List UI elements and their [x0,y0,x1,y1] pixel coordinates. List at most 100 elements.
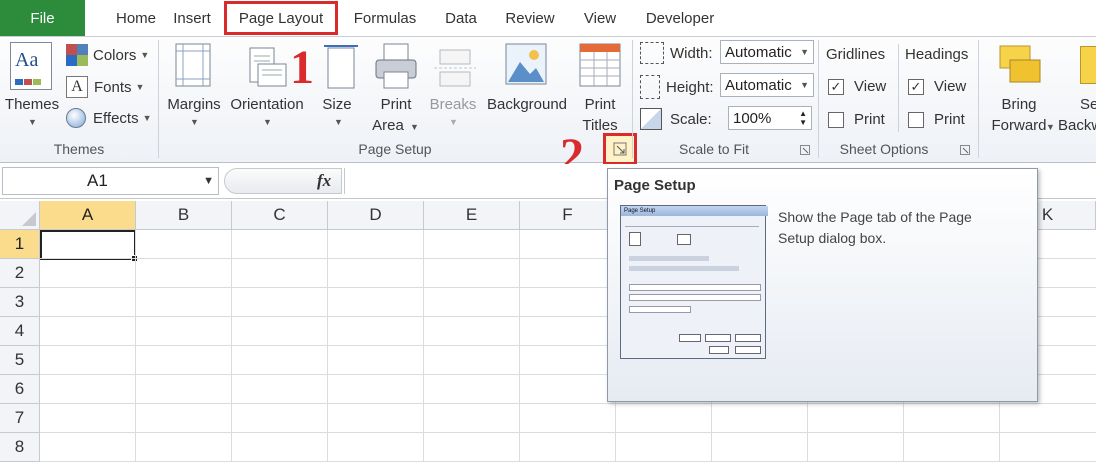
column-header[interactable]: F [520,201,616,230]
row-header[interactable]: 2 [0,259,40,288]
tab-file[interactable]: File [0,0,85,36]
column-header[interactable]: A [40,201,136,230]
height-label: Height: [666,78,714,96]
formula-buttons-area: fx [224,168,342,194]
size-icon [324,45,358,89]
height-value: Automatic [725,76,792,94]
tab-insert[interactable]: Insert [162,0,222,36]
headings-print-checkbox[interactable] [908,111,924,128]
column-gridline [423,230,424,462]
row-gridline [40,432,1096,433]
active-cell-a1[interactable] [40,230,138,262]
print-area-button[interactable]: Print Area ▼ [370,42,422,137]
margins-button[interactable]: Margins ▼ [164,42,224,137]
group-divider [898,44,899,132]
headings-view-checkbox[interactable]: ✓ [908,78,924,95]
size-button[interactable]: Size ▼ [316,42,358,137]
insert-function-button[interactable]: fx [317,171,331,191]
chevron-down-icon: ▼ [190,117,199,127]
chevron-down-icon: ▼ [28,117,37,127]
fonts-icon: A [66,76,88,98]
column-gridline [231,230,232,462]
row-header[interactable]: 3 [0,288,40,317]
chevron-down-icon: ▼ [263,117,272,127]
page-setup-dialog-preview-image: Page Setup [620,205,768,359]
step-1-annotation: 1 [290,41,314,94]
themes-icon: Aa [10,42,52,90]
tab-developer[interactable]: Developer [636,0,724,36]
scale-spinner[interactable]: 100% ▲ ▼ [728,106,812,130]
row-header[interactable]: 7 [0,404,40,433]
preview-button [679,334,701,342]
gridlines-print-label: Print [854,111,885,128]
headings-header: Headings [905,46,969,63]
preview-field [629,294,761,301]
gridlines-print-checkbox[interactable] [828,111,844,128]
column-header[interactable]: D [328,201,424,230]
select-all-button[interactable] [0,201,40,230]
scale-label: Scale: [670,110,712,128]
gridlines-view-checkbox[interactable]: ✓ [828,78,844,95]
chevron-down-icon: ▼ [410,122,419,132]
print-titles-button[interactable]: Print Titles [576,42,624,137]
dialog-launcher-icon [613,142,627,156]
bring-forward-label-2: Forward [991,117,1047,134]
preview-button [735,334,761,342]
send-backward-label-2: Backw [1058,117,1096,134]
column-gridline [135,230,136,462]
row-header[interactable]: 4 [0,317,40,346]
tab-data[interactable]: Data [436,0,486,36]
column-header[interactable]: B [136,201,232,230]
colors-button[interactable]: Colors ▼ [66,44,149,66]
effects-button[interactable]: Effects ▼ [66,108,152,128]
height-dropdown[interactable]: Automatic ▼ [720,73,814,97]
chevron-down-icon: ▼ [1046,122,1055,132]
dialog-launcher-icon [800,145,810,155]
column-header[interactable]: E [424,201,520,230]
preview-field [629,284,761,291]
name-box[interactable]: A1 ▼ [2,167,219,195]
preview-ok-button [709,346,729,354]
fonts-button[interactable]: A Fonts ▼ [66,76,144,98]
size-label: Size [322,96,352,113]
sheet-options-dialog-launcher[interactable] [960,144,970,158]
orientation-label: Orientation [230,96,304,113]
bring-forward-icon [999,45,1041,83]
row-header[interactable]: 5 [0,346,40,375]
tab-formulas[interactable]: Formulas [344,0,426,36]
chevron-down-icon: ▼ [449,117,458,127]
themes-button[interactable]: Aa Themes ▼ [5,42,59,132]
group-divider [978,40,979,158]
scale-to-fit-group-label: Scale to Fit [678,141,750,157]
chevron-down-icon[interactable]: ▼ [203,175,214,187]
preview-line [629,266,739,271]
gridlines-view-option[interactable]: ✓ View [828,78,886,95]
width-dropdown[interactable]: Automatic ▼ [720,40,814,64]
scale-dialog-launcher[interactable] [800,144,810,158]
headings-view-label: View [934,78,967,95]
print-area-label-1: Print [380,96,412,113]
column-header[interactable]: C [232,201,328,230]
themes-group-label: Themes [53,141,105,157]
preview-cancel-button [735,346,761,354]
tab-page-layout[interactable]: Page Layout [224,1,338,35]
print-area-label-2: Area [372,117,404,134]
gridlines-header: Gridlines [826,46,886,63]
gridlines-print-option[interactable]: Print [828,111,885,128]
chevron-down-icon: ▼ [142,113,152,123]
bring-forward-label-1: Bring [1001,96,1037,113]
bring-forward-button[interactable]: Bring Forward ▼ [986,42,1056,137]
headings-view-option[interactable]: ✓ View [908,78,966,95]
row-gridline [40,403,1096,404]
row-header[interactable]: 8 [0,433,40,462]
send-backward-label-1: Se [1080,96,1096,113]
tab-review[interactable]: Review [498,0,562,36]
headings-print-option[interactable]: Print [908,111,965,128]
row-header[interactable]: 6 [0,375,40,404]
margins-icon [175,43,211,87]
row-header[interactable]: 1 [0,230,40,259]
preview-tabs [625,220,759,227]
background-button[interactable]: Background [484,42,570,137]
tab-view[interactable]: View [576,0,624,36]
spinner-arrows-icon[interactable]: ▲ ▼ [799,109,807,127]
